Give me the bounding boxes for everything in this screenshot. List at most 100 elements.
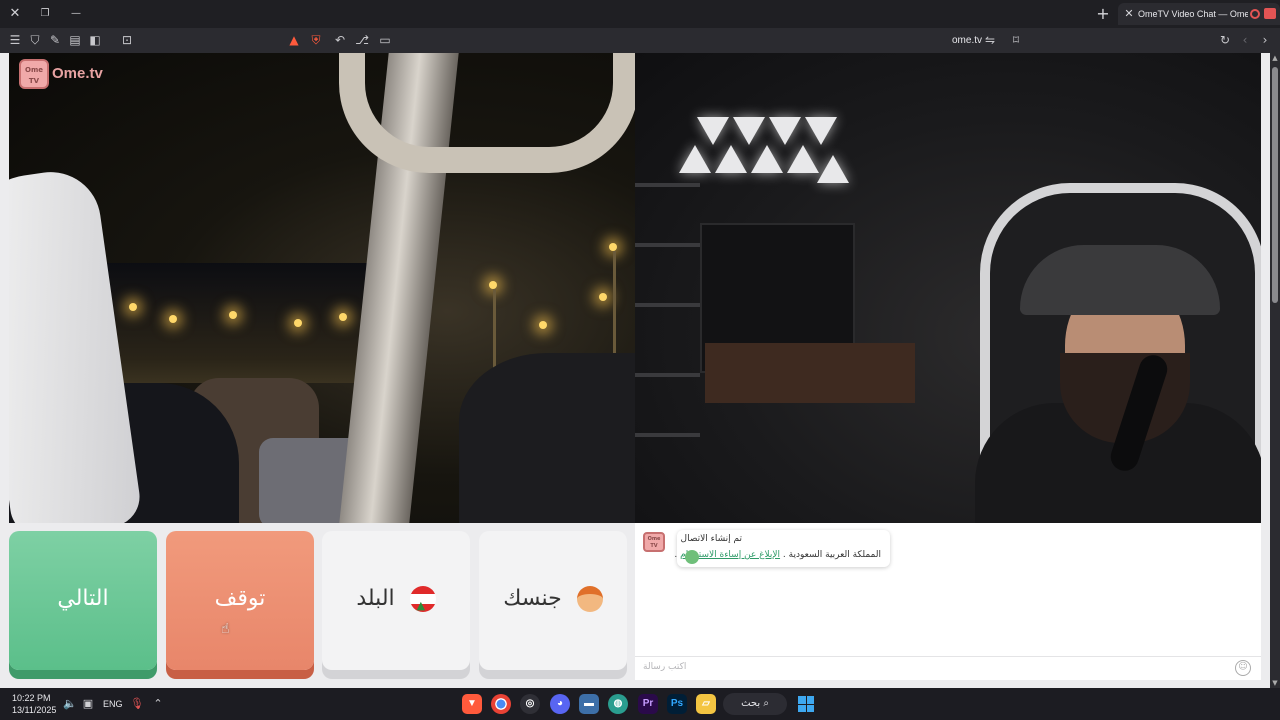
tv-cabinet — [705, 343, 915, 403]
browser-tab[interactable]: ✕ OmeTV Video Chat — Omeg — [1118, 3, 1280, 25]
scroll-down-icon[interactable]: ▼ — [1270, 678, 1280, 688]
menu-icon[interactable]: ☰ — [7, 32, 23, 48]
file-explorer-app-icon[interactable]: ▱ — [696, 694, 716, 714]
browser-title-bar: ✕ ❐ — + ✕ OmeTV Video Chat — Omeg — [0, 0, 1280, 28]
browser-toolbar: ☰ ⛉ ✎ ▤ ◧ ⊡ ▲ ⛨ ↶ ⎇ ▭ ome.tv ⇋ ⌑ ↻ ‹ › — [0, 28, 1280, 53]
person-cap — [1020, 245, 1220, 315]
search-label: بحث — [741, 698, 761, 709]
chat-panel: Ome TV تم إنشاء الاتصال المملكة العربية … — [635, 523, 1261, 680]
brave-shields-icon[interactable]: ⛨ — [308, 32, 324, 48]
ometv-logo-badge: Ome TV — [19, 59, 49, 89]
media-playing-icon[interactable] — [1264, 8, 1276, 19]
site-settings-icon[interactable]: ⇋ — [982, 32, 998, 48]
show-hidden-icons-icon[interactable]: ⌃ — [150, 696, 166, 712]
country-button-content: البلد — [322, 584, 470, 621]
chat-input-placeholder: اكتب رسالة — [643, 662, 687, 672]
forward-icon[interactable]: › — [1257, 32, 1273, 48]
boy-icon — [576, 586, 603, 612]
wall-light-panels — [679, 115, 849, 195]
microphone-icon[interactable]: 🎙 — [129, 696, 145, 712]
stop-button-label: توقف — [214, 586, 266, 611]
recording-icon[interactable] — [1250, 9, 1260, 19]
bookmark-icon[interactable]: ⌑ — [1008, 32, 1024, 48]
car-window — [104, 263, 394, 383]
next-button[interactable]: التالي — [9, 531, 157, 670]
translate-icon[interactable]: ⎇ — [354, 32, 370, 48]
shield-icon[interactable]: ⛉ — [27, 32, 43, 48]
photoshop-app-icon[interactable]: Ps — [667, 694, 687, 714]
new-tab-button[interactable]: + — [1094, 4, 1112, 24]
brave-rewards-icon[interactable]: ▲ — [286, 32, 302, 48]
gender-button-content: جنسك — [479, 584, 627, 614]
brave-app-icon[interactable]: ▼ — [462, 694, 482, 714]
close-tab-icon[interactable]: ✕ — [1122, 5, 1136, 23]
street-light — [294, 319, 302, 327]
shelf — [635, 183, 700, 187]
emoji-icon[interactable]: ☺ — [1235, 660, 1251, 676]
reload-icon[interactable]: ↻ — [1217, 32, 1233, 48]
clock-date: 13/11/2025 — [12, 705, 57, 715]
street-light — [599, 293, 607, 301]
minimize-window-icon[interactable]: — — [66, 4, 86, 24]
ometv-logo-text: Ome.tv — [52, 65, 103, 82]
close-window-icon[interactable]: ✕ — [5, 4, 25, 24]
grab-handle — [339, 53, 635, 173]
shelf — [635, 433, 700, 437]
page-content: Ome TV Ome.tv التالي توقف البلد ▲ جنسك ☝… — [0, 53, 1270, 688]
shelf — [635, 243, 700, 247]
back-history-icon[interactable]: ↶ — [332, 32, 348, 48]
hand-cursor-icon: ☝ — [221, 621, 230, 637]
street-light — [129, 303, 137, 311]
window-app-icon[interactable]: ▬ — [579, 694, 599, 714]
obs-app-icon[interactable]: ◎ — [520, 694, 540, 714]
address-bar[interactable]: ▲ ⛨ ↶ ⎇ ▭ ome.tv ⇋ ⌑ — [282, 31, 1028, 50]
taskbar-search[interactable]: بحث ⌕ — [723, 693, 787, 715]
chat-ometv-logo-icon: Ome TV — [643, 532, 665, 552]
self-video — [635, 53, 1261, 523]
clock[interactable]: 10:22 PM 13/11/2025 — [12, 692, 62, 716]
street-light — [229, 311, 237, 319]
country-button[interactable]: البلد — [322, 531, 470, 670]
scroll-up-icon[interactable]: ▲ — [1270, 53, 1280, 63]
stop-button[interactable]: توقف — [166, 531, 314, 670]
ometv-logo[interactable]: Ome TV Ome.tv — [19, 59, 121, 89]
lebanon-flag-icon — [409, 586, 436, 621]
page-scrollbar[interactable]: ▲ ▼ — [1270, 53, 1280, 688]
language-indicator[interactable]: ENG — [103, 696, 123, 712]
shelf — [635, 303, 700, 307]
premiere-app-icon[interactable]: Pr — [638, 694, 658, 714]
street-light — [339, 313, 347, 321]
url-text[interactable]: ome.tv — [912, 33, 982, 48]
cast-icon[interactable]: ▭ — [377, 32, 393, 48]
country-button-label: البلد — [356, 586, 395, 611]
country-text: المملكة العربية السعودية — [788, 550, 881, 560]
windows-taskbar: 10:22 PM 13/11/2025 🔈 ▣ ENG 🎙 ⌃ ▼ ◎ ◕ ▬ … — [0, 688, 1280, 720]
system-message: تم إنشاء الاتصال المملكة العربية السعودي… — [674, 530, 890, 567]
search-icon: ⌕ — [763, 698, 769, 709]
side-mirror — [459, 353, 635, 523]
gender-button[interactable]: جنسك — [479, 531, 627, 670]
next-button-label: التالي — [57, 586, 109, 611]
chrome-app-icon[interactable] — [491, 694, 511, 714]
connection-established-text: تم إنشاء الاتصال — [680, 534, 742, 544]
stranger-video: Ome TV Ome.tv — [9, 53, 635, 523]
volume-icon[interactable]: 🔈 — [62, 696, 78, 712]
street-light — [169, 315, 177, 323]
tabs-icon[interactable]: ▤ — [67, 32, 83, 48]
discord-app-icon[interactable]: ◕ — [550, 694, 570, 714]
back-icon[interactable]: ‹ — [1237, 32, 1253, 48]
windows-start-icon[interactable] — [798, 696, 814, 712]
browser-app-icon[interactable]: ◍ — [608, 694, 628, 714]
network-icon[interactable]: ▣ — [80, 696, 96, 712]
message-details: المملكة العربية السعودية . الإبلاغ عن إس… — [674, 550, 881, 560]
screenshot-icon[interactable]: ⊡ — [119, 32, 135, 48]
tab-title: OmeTV Video Chat — Omeg — [1138, 9, 1248, 19]
chat-input[interactable]: اكتب رسالة ☺ — [635, 656, 1261, 680]
street-light — [539, 321, 547, 329]
sidebar-icon[interactable]: ◧ — [87, 32, 103, 48]
shelf — [635, 373, 700, 377]
restore-window-icon[interactable]: ❐ — [35, 4, 55, 24]
extensions-icon[interactable]: ✎ — [47, 32, 63, 48]
gender-button-label: جنسك — [503, 586, 562, 611]
scrollbar-thumb[interactable] — [1272, 67, 1278, 303]
